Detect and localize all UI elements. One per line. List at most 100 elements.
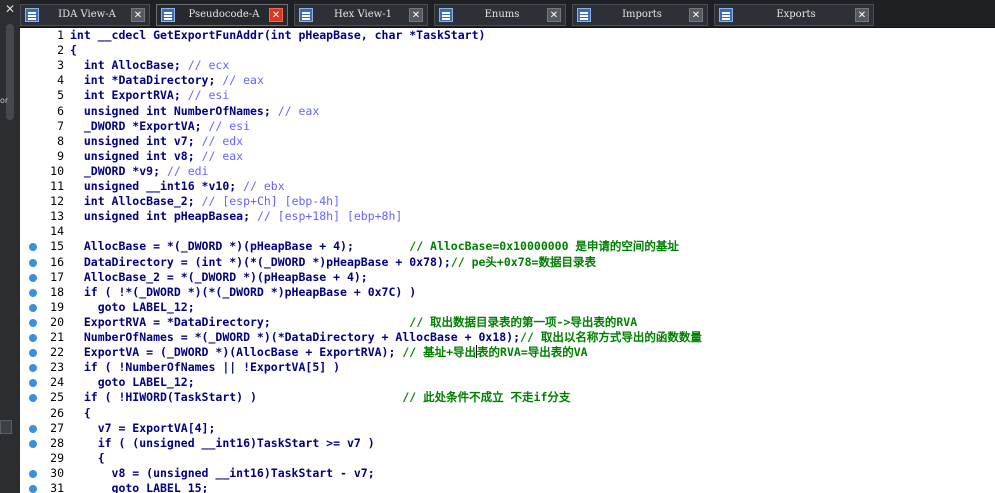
close-tab-icon[interactable]: ✕: [689, 8, 703, 22]
close-tab-icon[interactable]: ✕: [855, 8, 869, 22]
breakpoint-dot-icon[interactable]: [29, 258, 37, 267]
breakpoint-dot-icon[interactable]: [29, 394, 37, 403]
tab-imports[interactable]: Imports ✕: [572, 4, 708, 26]
line-number: 15: [50, 239, 64, 254]
code-token: if ( (unsigned __int16)TaskStart >= v7 ): [70, 435, 375, 450]
code-token: {: [70, 450, 105, 465]
code-token: goto LABEL_12;: [70, 299, 195, 314]
code-token: int AllocBase_2;: [70, 194, 202, 209]
code-text: if ( (unsigned __int16)TaskStart >= v7 ): [70, 436, 375, 451]
view-icon: [299, 8, 313, 22]
code-token: unsigned int v8;: [70, 148, 202, 163]
code-comment: // 基址+导出: [402, 345, 477, 360]
code-text: v7 = ExportVA[4];: [70, 420, 216, 436]
code-token: if ( !NumberOfNames || !ExportVA[5] ): [70, 360, 341, 375]
breakpoint-dot-icon[interactable]: [29, 379, 37, 388]
code-text: int *DataDirectory; // eax: [70, 73, 264, 88]
line-number: 13: [50, 209, 64, 224]
breakpoint-dot-icon[interactable]: [29, 485, 37, 493]
breakpoint-dot-icon[interactable]: [29, 243, 37, 252]
code-token: int ExportRVA;: [70, 88, 188, 103]
line-number: 16: [50, 254, 64, 269]
code-text: ExportRVA = *DataDirectory; // 取出数据目录表的第…: [70, 315, 637, 330]
code-token: int AllocBase;: [70, 58, 188, 73]
breakpoint-dot-icon[interactable]: [29, 288, 37, 297]
breakpoint-dot-icon[interactable]: [29, 364, 37, 373]
code-comment: // esi: [187, 88, 230, 103]
code-token: unsigned int NumberOfNames;: [70, 103, 278, 118]
code-text: {: [70, 451, 105, 466]
code-text: v8 = (unsigned __int16)TaskStart - v7;: [70, 466, 375, 481]
code-token: unsigned int v7;: [70, 133, 202, 148]
code-token: _DWORD *ExportVA;: [70, 118, 209, 133]
line-number: 2: [57, 43, 64, 58]
tab-label: Exports: [776, 9, 816, 20]
code-token: goto LABEL_15;: [70, 481, 209, 493]
close-panel-icon[interactable]: ✕: [3, 2, 17, 16]
tab-label: Enums: [484, 9, 520, 20]
code-token: AllocBase = *(_DWORD *)(pHeapBase + 4);: [70, 239, 410, 254]
code-text: goto LABEL_15;: [70, 481, 209, 493]
line-number: 10: [50, 163, 64, 178]
code-text: NumberOfNames = *(_DWORD *)(*DataDirecto…: [70, 330, 702, 345]
code-text: DataDirectory = (int *)(*(_DWORD *)pHeap…: [70, 255, 596, 270]
close-tab-icon[interactable]: ✕: [547, 8, 561, 22]
close-tab-icon[interactable]: ✕: [269, 8, 283, 22]
breakpoint-dot-icon[interactable]: [29, 334, 37, 342]
close-tab-icon[interactable]: ✕: [409, 8, 423, 22]
code-comment: // 取出数据目录表的第一项->导出表的RVA: [409, 314, 638, 329]
tab-pseudocode-a[interactable]: Pseudocode-A ✕: [156, 4, 288, 26]
breakpoint-dot-icon[interactable]: [29, 469, 37, 478]
tab-exports[interactable]: Exports ✕: [714, 4, 874, 26]
code-token: if ( !*(_DWORD *)(*(_DWORD *)pHeapBase +…: [70, 284, 417, 299]
close-tab-icon[interactable]: ✕: [131, 8, 145, 22]
code-text: _DWORD *v9; // edi: [70, 164, 209, 179]
code-text: unsigned int v8; // eax: [70, 149, 243, 164]
code-text: if ( !NumberOfNames || !ExportVA[5] ): [70, 360, 340, 375]
breakpoint-dot-icon[interactable]: [29, 424, 37, 433]
code-token: v7 = ExportVA[4];: [70, 420, 216, 435]
line-number: 29: [50, 450, 64, 465]
line-number: 3: [57, 58, 64, 73]
breakpoint-dot-icon[interactable]: [29, 318, 37, 327]
code-text: _DWORD *ExportVA; // esi: [70, 119, 250, 134]
breakpoint-dot-icon[interactable]: [29, 303, 37, 312]
line-number: 20: [50, 314, 64, 329]
tab-enums[interactable]: Enums ✕: [434, 4, 566, 26]
code-comment: // eax: [222, 73, 264, 88]
line-number: 30: [50, 465, 64, 480]
line-number: 23: [50, 360, 64, 375]
line-number: 26: [50, 405, 64, 420]
code-text: unsigned int NumberOfNames; // eax: [70, 104, 319, 119]
line-number: 27: [50, 420, 64, 435]
breakpoint-dot-icon[interactable]: [29, 439, 37, 448]
code-text: unsigned __int16 *v10; // ebx: [70, 179, 285, 194]
left-dock-panel: ✕ or: [0, 0, 20, 493]
code-text: {: [70, 406, 91, 421]
code-token: ExportRVA = *DataDirectory;: [70, 314, 410, 329]
view-icon: [161, 8, 175, 22]
line-number: 12: [50, 194, 64, 209]
panel-label-fragment: or: [0, 96, 9, 105]
code-token: int __cdecl GetExportFunAddr(int pHeapBa…: [70, 28, 486, 42]
line-number: 1: [57, 28, 64, 42]
breakpoint-dot-icon[interactable]: [29, 349, 37, 358]
tab-hex-view-1[interactable]: Hex View-1 ✕: [294, 4, 428, 26]
tab-label: Pseudocode-A: [188, 9, 260, 20]
code-comment: // pe头+0x78=数据目录表: [450, 254, 596, 269]
pseudocode-view[interactable]: 1 int __cdecl GetExportFunAddr(int pHeapB…: [20, 28, 995, 493]
code-text: unsigned int v7; // edx: [70, 134, 243, 149]
code-comment: // eax: [277, 103, 320, 118]
code-token: NumberOfNames = *(_DWORD *)(*DataDirecto…: [70, 330, 521, 344]
tab-label: Hex View-1: [334, 9, 392, 20]
breakpoint-dot-icon[interactable]: [29, 273, 37, 282]
panel-scroll-grip[interactable]: [6, 24, 14, 120]
line-number: 6: [57, 103, 64, 118]
tab-ida-view-a[interactable]: IDA View-A ✕: [20, 4, 150, 26]
line-number: 5: [57, 88, 64, 103]
line-number: 14: [50, 224, 64, 239]
line-number: 4: [57, 73, 64, 88]
line-number: 31: [50, 481, 64, 493]
code-comment: // [esp+18h] [ebp+8h]: [256, 209, 403, 224]
code-comment: // [esp+Ch] [ebp-4h]: [201, 194, 341, 209]
